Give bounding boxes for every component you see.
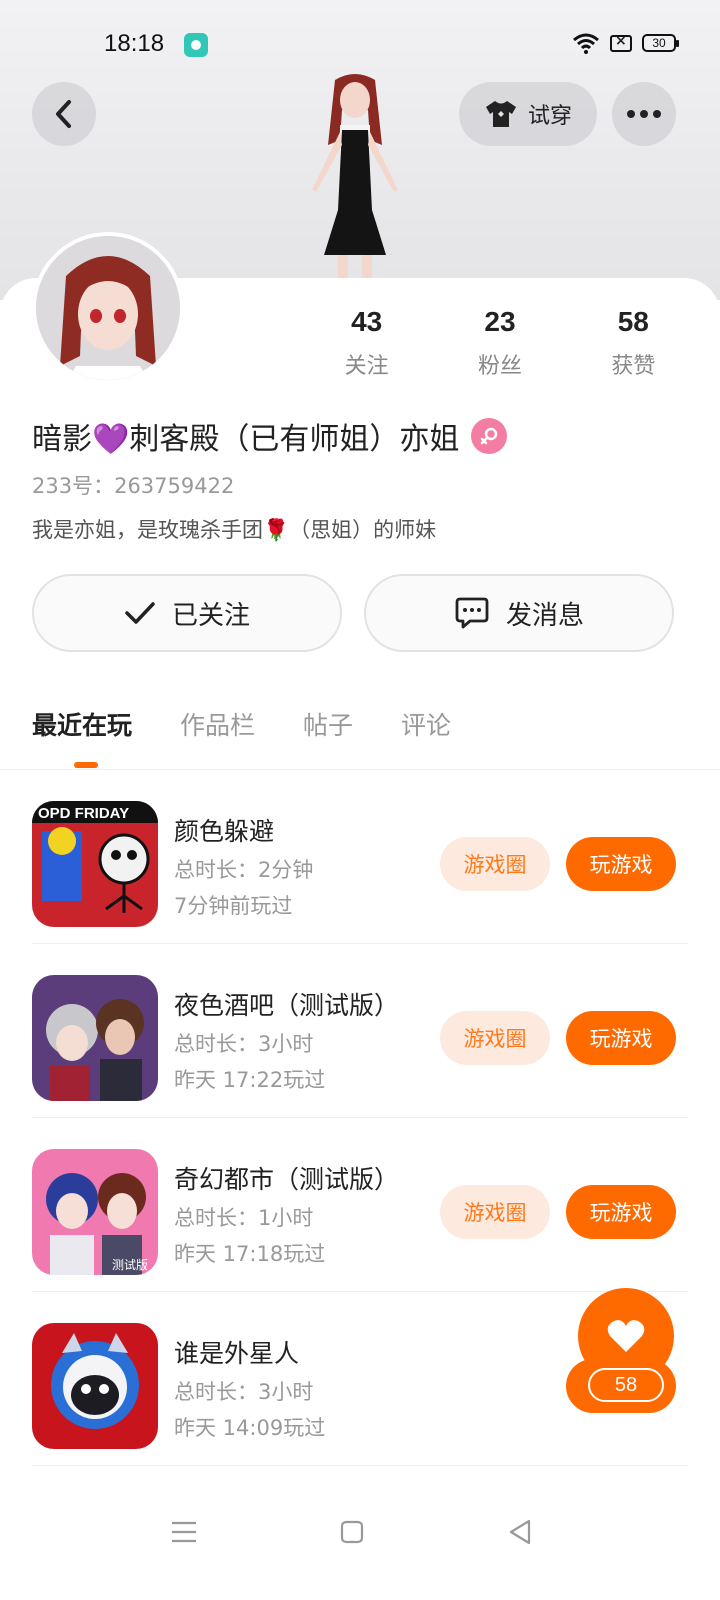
tab-comments[interactable]: 评论 bbox=[401, 706, 451, 742]
heart-icon bbox=[607, 1320, 645, 1352]
game-icon-text: OPD FRIDAY bbox=[38, 805, 129, 822]
stat-label: 粉丝 bbox=[477, 354, 522, 379]
game-duration: 总时长：1小时 bbox=[174, 1206, 314, 1230]
status-time: 18:18 bbox=[104, 30, 165, 57]
game-icon: OPD FRIDAY bbox=[32, 801, 158, 927]
game-row[interactable]: OPD FRIDAY 颜色躲避 总时长：2分钟 7分钟前玩过 游戏圈 玩游戏 bbox=[0, 770, 720, 944]
like-count-badge: 58 bbox=[588, 1368, 664, 1402]
game-last-played: 昨天 17:18玩过 bbox=[174, 1242, 326, 1266]
game-title: 奇幻都市（测试版） bbox=[174, 1165, 400, 1194]
tab-works[interactable]: 作品栏 bbox=[180, 706, 255, 742]
app-notification-icon bbox=[184, 33, 208, 57]
user-id: 233号：263759422 bbox=[32, 474, 235, 498]
stat-value: 43 bbox=[351, 306, 383, 337]
wifi-icon bbox=[573, 33, 599, 54]
username: 暗影💜刺客殿（已有师姐）亦姐 bbox=[32, 414, 508, 458]
game-last-played: 昨天 14:09玩过 bbox=[174, 1416, 326, 1440]
game-row[interactable]: 测试版 奇幻都市（测试版） 总时长：1小时 昨天 17:18玩过 游戏圈 玩游戏 bbox=[0, 1118, 720, 1292]
game-icon: 测试版 bbox=[32, 1149, 158, 1275]
profile-tabs: 最近在玩 作品栏 帖子 评论 bbox=[32, 706, 451, 768]
system-nav-bar bbox=[0, 1488, 720, 1600]
send-message-label: 发消息 bbox=[505, 600, 584, 631]
chat-bubble-icon bbox=[455, 597, 489, 629]
stat-label: 关注 bbox=[344, 354, 389, 379]
game-icon-text: 测试版 bbox=[112, 1257, 148, 1272]
stat-value: 58 bbox=[617, 306, 649, 337]
tshirt-icon bbox=[485, 101, 516, 127]
menu-nav-button[interactable] bbox=[164, 1512, 204, 1552]
status-indicators: 30 bbox=[572, 32, 679, 54]
stat-followers[interactable]: 23 粉丝 bbox=[433, 306, 566, 380]
menu-icon bbox=[172, 1521, 196, 1543]
more-button[interactable] bbox=[612, 82, 676, 146]
game-circle-button[interactable]: 游戏圈 bbox=[440, 1185, 550, 1239]
status-bar: 18:18 30 bbox=[0, 0, 720, 80]
game-title: 颜色躲避 bbox=[174, 817, 275, 846]
tab-recently-played[interactable]: 最近在玩 bbox=[32, 706, 132, 768]
profile-stats: 43 关注 23 粉丝 58 获赞 bbox=[300, 306, 700, 380]
try-on-button[interactable]: 试穿 bbox=[459, 82, 597, 146]
stat-following[interactable]: 43 关注 bbox=[300, 306, 433, 380]
send-message-button[interactable]: 发消息 bbox=[364, 574, 674, 652]
game-title: 谁是外星人 bbox=[174, 1339, 300, 1368]
female-icon bbox=[471, 418, 508, 454]
username-text: 暗影💜刺客殿（已有师姐）亦姐 bbox=[32, 422, 460, 457]
back-nav-button[interactable] bbox=[500, 1512, 540, 1552]
back-button[interactable] bbox=[32, 82, 96, 146]
game-circle-button[interactable]: 游戏圈 bbox=[440, 1011, 550, 1065]
chevron-left-icon bbox=[56, 100, 71, 128]
play-game-button[interactable]: 玩游戏 bbox=[566, 1185, 676, 1239]
avatar-3d-figure bbox=[312, 74, 398, 280]
game-title: 夜色酒吧（测试版） bbox=[174, 991, 400, 1020]
stat-value: 23 bbox=[484, 306, 516, 337]
play-game-button[interactable]: 玩游戏 bbox=[566, 1011, 676, 1065]
game-duration: 总时长：2分钟 bbox=[174, 858, 314, 882]
followed-button[interactable]: 已关注 bbox=[32, 574, 342, 652]
game-last-played: 昨天 17:22玩过 bbox=[174, 1068, 326, 1092]
avatar-image bbox=[36, 236, 180, 380]
ellipsis-icon bbox=[627, 110, 661, 118]
game-duration: 总时长：3小时 bbox=[174, 1380, 314, 1404]
play-game-button[interactable]: 玩游戏 bbox=[566, 837, 676, 891]
checkmark-icon bbox=[125, 602, 155, 624]
game-row[interactable]: 夜色酒吧（测试版） 总时长：3小时 昨天 17:22玩过 游戏圈 玩游戏 bbox=[0, 944, 720, 1118]
no-sim-icon bbox=[610, 33, 632, 52]
stat-likes[interactable]: 58 获赞 bbox=[567, 306, 700, 380]
battery-icon: 30 bbox=[642, 34, 679, 52]
stat-label: 获赞 bbox=[611, 354, 656, 379]
game-circle-button[interactable]: 游戏圈 bbox=[440, 837, 550, 891]
game-icon bbox=[32, 975, 158, 1101]
try-on-label: 试穿 bbox=[527, 104, 572, 129]
triangle-back-icon bbox=[509, 1519, 531, 1545]
tab-posts[interactable]: 帖子 bbox=[303, 706, 353, 742]
game-icon bbox=[32, 1323, 158, 1449]
avatar[interactable] bbox=[32, 232, 184, 384]
square-icon bbox=[340, 1520, 364, 1544]
home-nav-button[interactable] bbox=[332, 1512, 372, 1552]
game-duration: 总时长：3小时 bbox=[174, 1032, 314, 1056]
followed-label: 已关注 bbox=[171, 600, 250, 631]
game-last-played: 7分钟前玩过 bbox=[174, 894, 293, 918]
user-bio: 我是亦姐，是玫瑰杀手团🌹（思姐）的师妹 bbox=[32, 518, 437, 542]
